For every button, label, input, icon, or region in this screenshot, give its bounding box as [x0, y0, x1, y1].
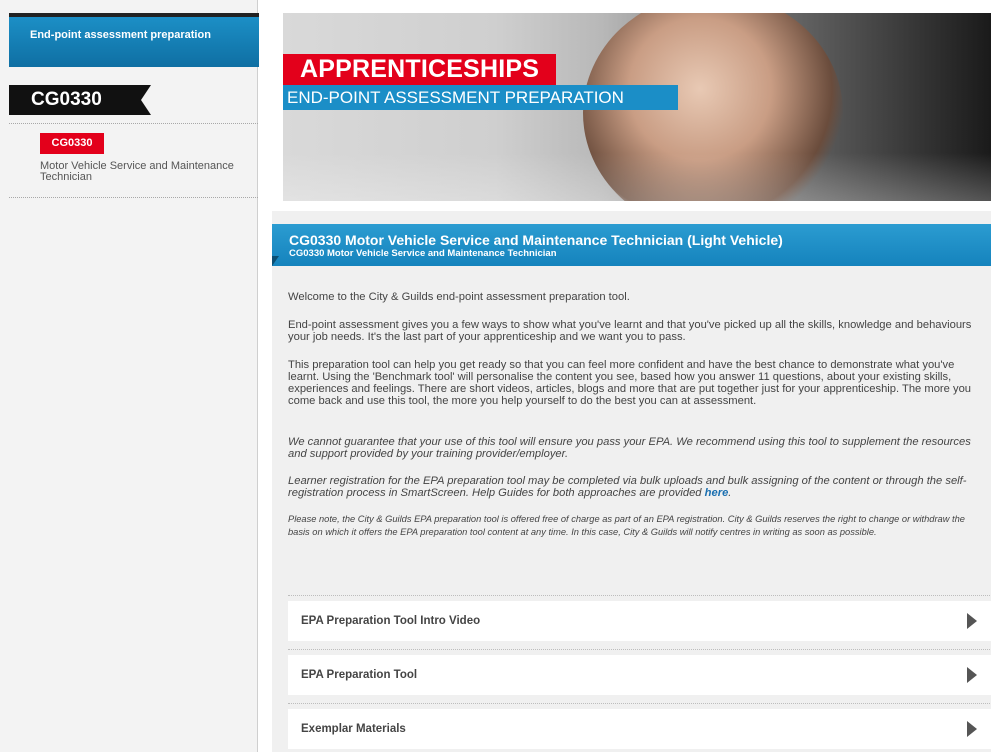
banner-subtitle: END-POINT ASSESSMENT PREPARATION	[283, 85, 678, 110]
banner-title: APPRENTICESHIPS	[283, 54, 556, 85]
help-guides-link[interactable]: here	[705, 487, 729, 499]
panel-header: CG0330 Motor Vehicle Service and Mainten…	[272, 224, 991, 266]
registration-text: Learner registration for the EPA prepara…	[288, 475, 967, 499]
course-code-tab: CG0330	[9, 85, 141, 115]
accordion-divider	[288, 649, 991, 650]
registration-paragraph: Learner registration for the EPA prepara…	[288, 475, 976, 499]
hero-banner: APPRENTICESHIPS END-POINT ASSESSMENT PRE…	[283, 13, 991, 201]
panel-header-notch	[272, 256, 279, 266]
course-code-notch	[141, 85, 151, 115]
page-title: CG0330 Motor Vehicle Service and Mainten…	[289, 232, 783, 248]
sidebar-divider	[9, 197, 258, 198]
banner-shade	[283, 153, 991, 201]
accordion-exemplar-materials[interactable]: Exemplar Materials	[288, 709, 991, 749]
accordion-label: EPA Preparation Tool Intro Video	[301, 615, 481, 627]
main-panel: CG0330 Motor Vehicle Service and Mainten…	[272, 211, 991, 752]
intro-paragraph: Welcome to the City & Guilds end-point a…	[288, 291, 630, 303]
page-subtitle: CG0330 Motor Vehicle Service and Mainten…	[289, 248, 557, 259]
accordion-divider	[288, 703, 991, 704]
legal-note: Please note, the City & Guilds EPA prepa…	[288, 514, 965, 537]
intro-paragraph: End-point assessment gives you a few way…	[288, 319, 972, 343]
course-description[interactable]: Motor Vehicle Service and Maintenance Te…	[40, 161, 240, 183]
triangle-right-icon[interactable]	[967, 613, 977, 629]
accordion-epa-tool[interactable]: EPA Preparation Tool	[288, 655, 991, 695]
disclaimer-paragraph: We cannot guarantee that your use of thi…	[288, 436, 971, 460]
registration-end: .	[728, 487, 732, 499]
triangle-right-icon[interactable]	[967, 667, 977, 683]
course-badge[interactable]: CG0330	[40, 133, 104, 154]
sidebar: End-point assessment preparation CG0330 …	[0, 0, 259, 752]
intro-paragraph: This preparation tool can help you get r…	[288, 359, 972, 407]
accordion-label: EPA Preparation Tool	[301, 669, 418, 681]
sidebar-divider	[9, 123, 258, 124]
accordion-intro-video[interactable]: EPA Preparation Tool Intro Video	[288, 601, 991, 641]
accordion-label: Exemplar Materials	[301, 723, 406, 735]
triangle-right-icon[interactable]	[967, 721, 977, 737]
sidebar-header[interactable]: End-point assessment preparation	[9, 13, 259, 67]
accordion-divider	[288, 595, 991, 596]
